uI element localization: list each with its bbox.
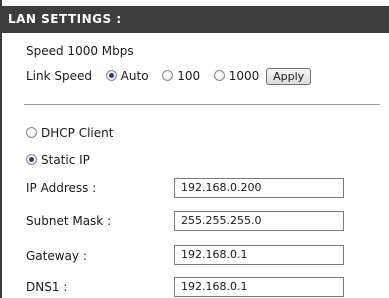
- section-divider: [24, 104, 380, 105]
- subnet-mask-label: Subnet Mask :: [26, 214, 112, 228]
- static-ip-option[interactable]: Static IP: [26, 153, 90, 167]
- dns1-input[interactable]: 192.168.0.1: [174, 277, 344, 297]
- static-ip-radio[interactable]: [26, 154, 37, 165]
- dhcp-client-radio[interactable]: [26, 127, 37, 138]
- link-speed-label: Link Speed: [26, 69, 93, 83]
- link-speed-1000-label: 1000: [228, 69, 260, 83]
- apply-button[interactable]: Apply: [266, 68, 312, 85]
- dhcp-client-option[interactable]: DHCP Client: [26, 126, 113, 140]
- section-title: LAN SETTINGS :: [2, 6, 389, 33]
- link-speed-1000-radio[interactable]: [213, 70, 225, 81]
- gateway-label: Gateway :: [26, 249, 87, 263]
- ip-address-input[interactable]: 192.168.0.200: [174, 178, 344, 198]
- link-speed-auto-radio[interactable]: [105, 70, 117, 81]
- ip-address-label: IP Address :: [26, 181, 97, 195]
- lan-settings-panel: LAN SETTINGS : Speed 1000 Mbps Link Spee…: [0, 0, 389, 298]
- link-speed-100-label: 100: [177, 69, 201, 83]
- subnet-mask-input[interactable]: 255.255.255.0: [174, 211, 344, 231]
- gateway-input[interactable]: 192.168.0.1: [174, 245, 344, 265]
- static-ip-label: Static IP: [41, 153, 90, 167]
- link-speed-auto-label: Auto: [120, 69, 149, 83]
- dns1-label: DNS1 :: [26, 280, 68, 294]
- link-speed-100-radio[interactable]: [162, 70, 174, 81]
- link-speed-row: Link Speed Auto 100 1000 Apply: [26, 68, 312, 85]
- speed-status-text: Speed 1000 Mbps: [26, 44, 134, 58]
- dhcp-client-label: DHCP Client: [41, 126, 114, 140]
